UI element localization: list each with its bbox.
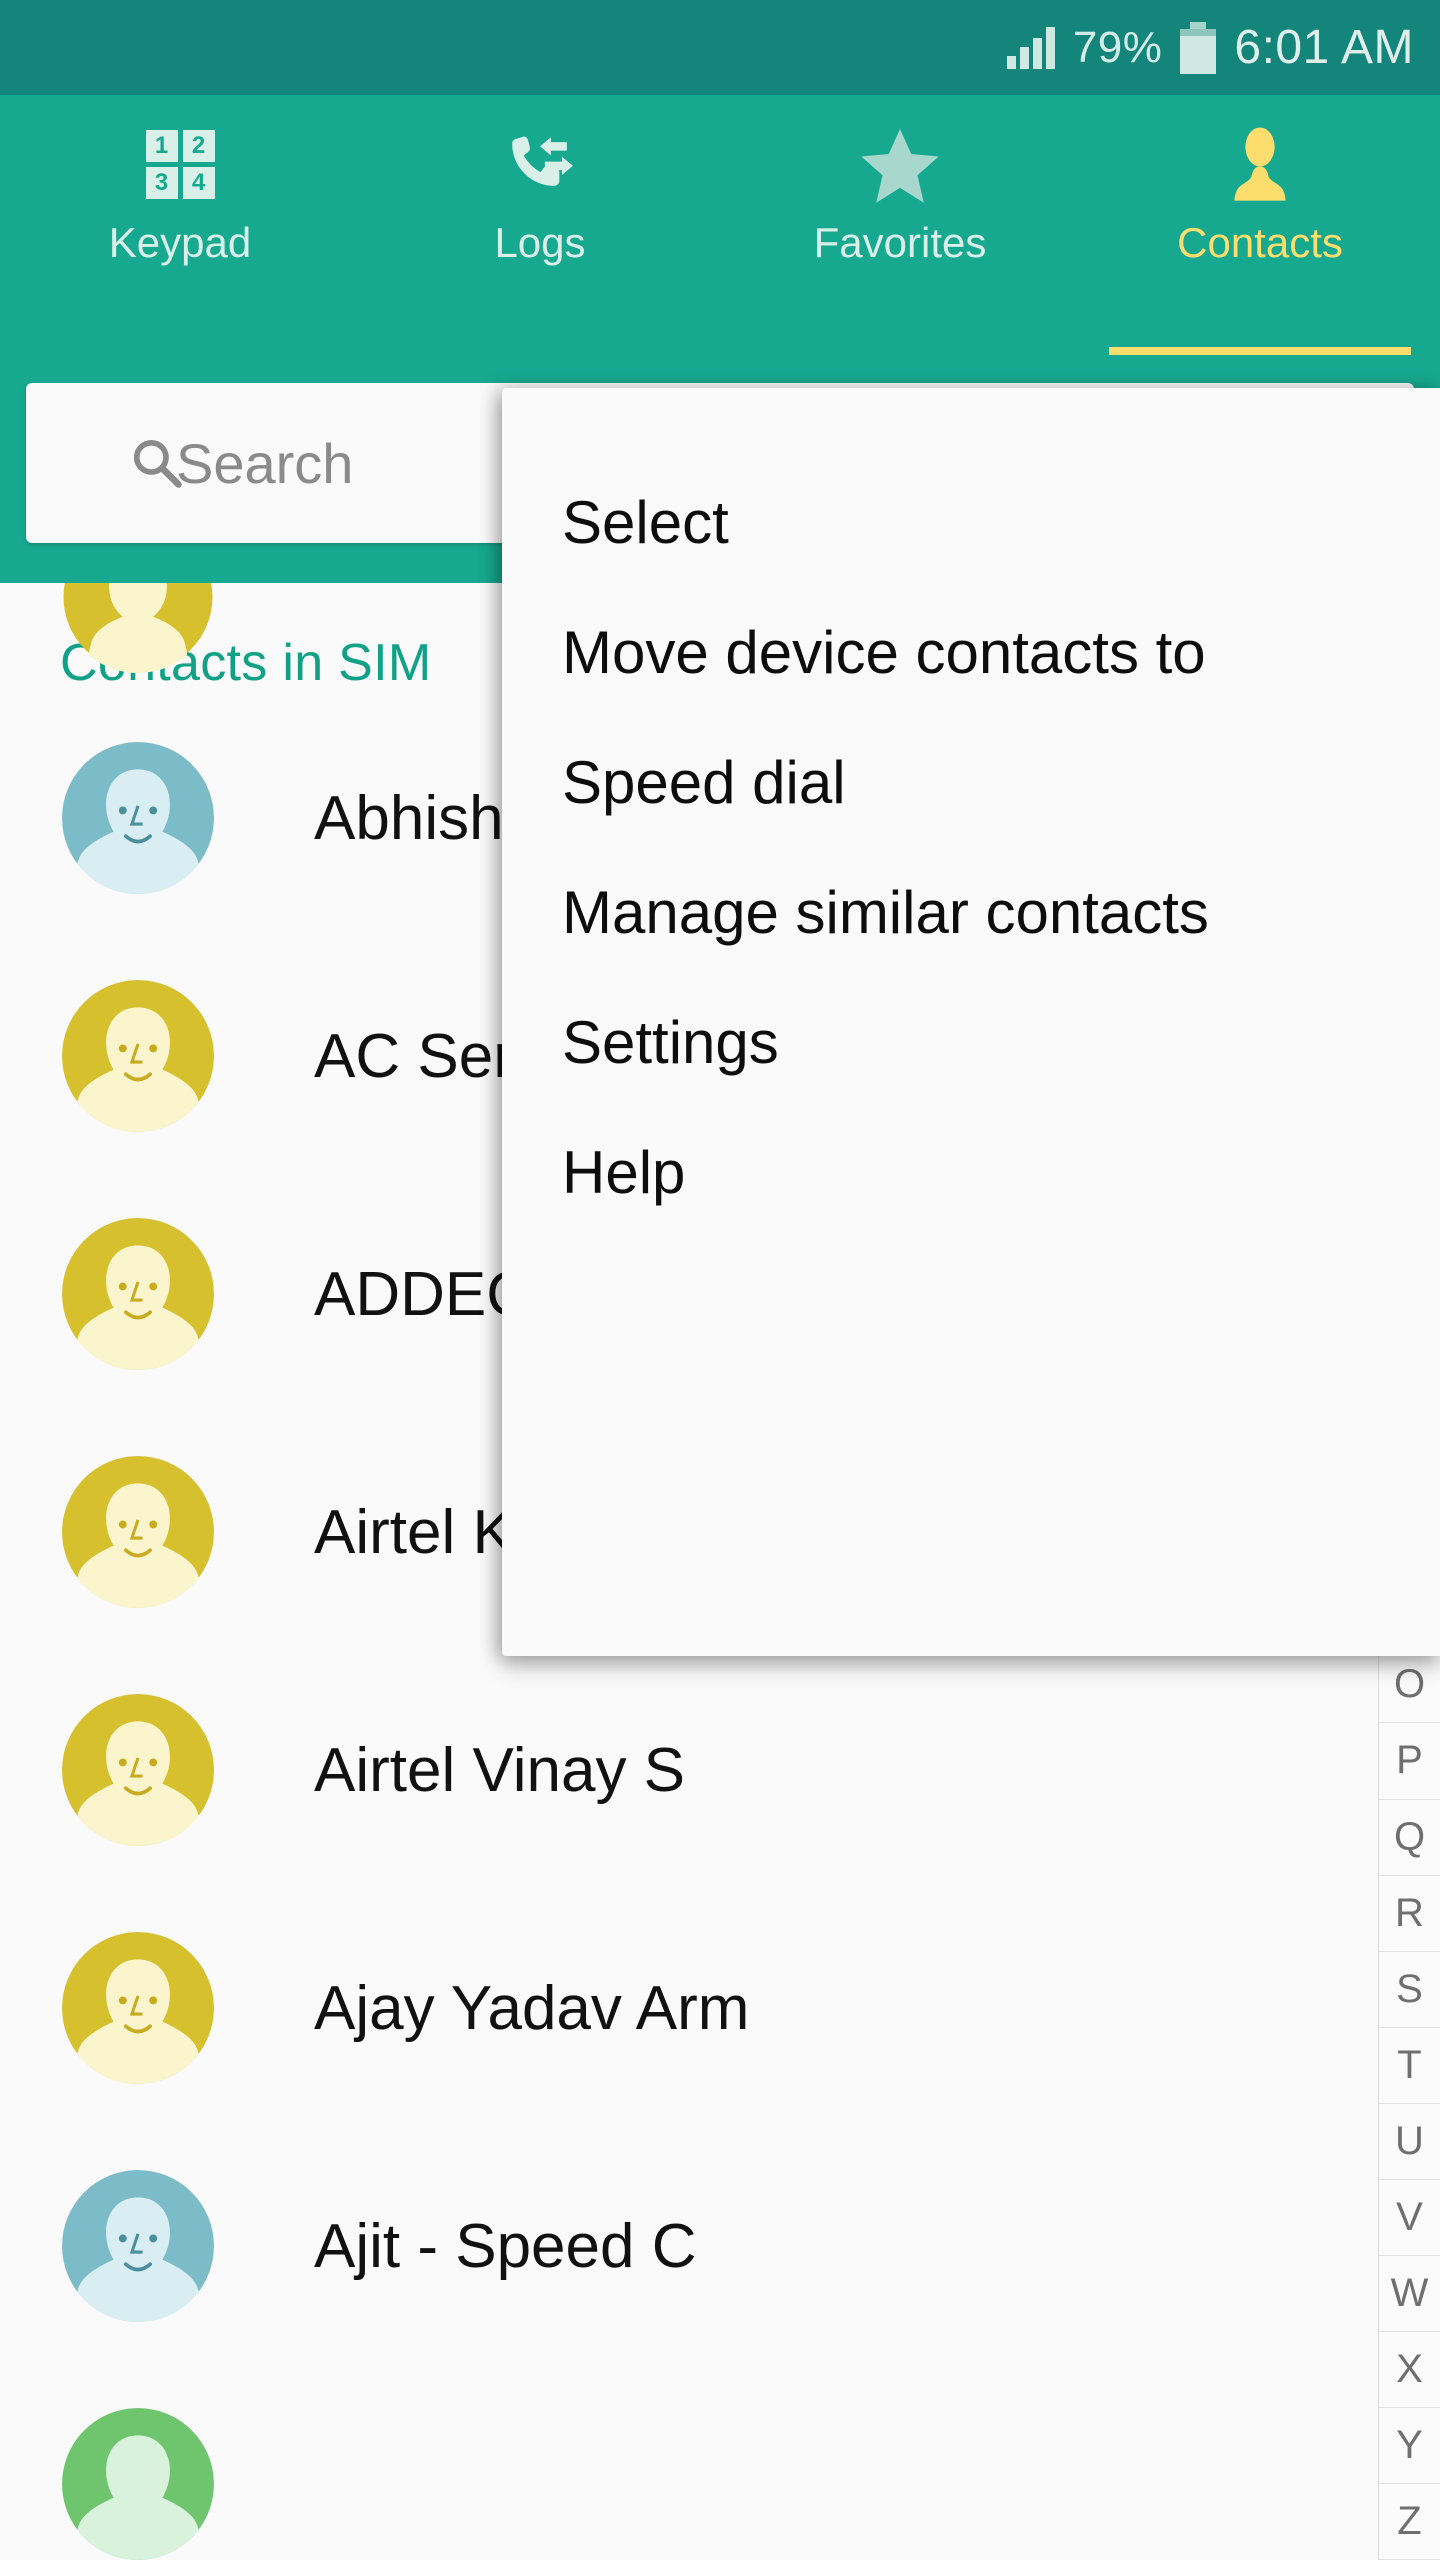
list-item[interactable]: Ajay Yadav Arm — [0, 1889, 1440, 2127]
index-letter-w[interactable]: W — [1379, 2256, 1440, 2332]
menu-item-settings[interactable]: Settings — [562, 1008, 779, 1077]
overflow-menu: Select Move device contacts to Speed dia… — [502, 388, 1440, 1656]
index-letter-x[interactable]: X — [1379, 2332, 1440, 2408]
tab-contacts-underline — [1108, 347, 1412, 355]
avatar — [62, 1694, 214, 1846]
search-icon — [133, 439, 182, 488]
keypad-key-1: 1 — [145, 129, 178, 162]
index-letter-z[interactable]: Z — [1379, 2484, 1440, 2560]
index-letter-s[interactable]: S — [1379, 1952, 1440, 2028]
index-letter-p[interactable]: P — [1379, 1723, 1440, 1800]
tab-logs[interactable]: Logs — [360, 95, 720, 355]
list-item[interactable] — [0, 2365, 1440, 2560]
menu-item-manage-similar-contacts[interactable]: Manage similar contacts — [562, 878, 1209, 947]
keypad-key-4: 4 — [182, 166, 215, 199]
keypad-icon: 1 2 3 4 — [145, 123, 215, 205]
index-letter-u[interactable]: U — [1379, 2104, 1440, 2180]
star-icon — [860, 123, 940, 205]
list-item[interactable]: Airtel Vinay S — [0, 1651, 1440, 1889]
menu-item-move-device-contacts-to[interactable]: Move device contacts to — [562, 618, 1206, 687]
tab-favorites-label: Favorites — [813, 219, 987, 266]
call-logs-icon — [501, 123, 579, 205]
index-letter-o[interactable]: O — [1379, 1647, 1440, 1724]
keypad-key-2: 2 — [182, 129, 215, 162]
contact-name: Abhish — [314, 783, 504, 853]
index-letter-v[interactable]: V — [1379, 2180, 1440, 2256]
contact-name: AC Ser — [314, 1021, 514, 1091]
menu-item-speed-dial[interactable]: Speed dial — [562, 748, 846, 817]
status-bar: 79% 6:01 AM — [0, 0, 1440, 95]
search-placeholder-label: Search — [176, 431, 354, 495]
tab-keypad[interactable]: 1 2 3 4 Keypad — [0, 95, 360, 355]
tab-contacts[interactable]: Contacts — [1080, 95, 1440, 355]
contact-name: Ajit - Speed C — [314, 2211, 697, 2281]
avatar — [62, 742, 214, 894]
menu-item-help[interactable]: Help — [562, 1138, 685, 1207]
status-bar-clock: 6:01 AM — [1234, 21, 1414, 74]
battery-percent-label: 79% — [1072, 22, 1163, 72]
avatar — [62, 2170, 214, 2322]
index-letter-r[interactable]: R — [1379, 1876, 1440, 1952]
index-letter-y[interactable]: Y — [1379, 2408, 1440, 2484]
avatar — [62, 980, 214, 1132]
contact-name: Airtel Vinay S — [314, 1735, 686, 1805]
person-icon — [1221, 123, 1299, 205]
avatar — [62, 2408, 214, 2560]
contact-name: ADDEC — [314, 1259, 532, 1329]
index-letter-q[interactable]: Q — [1379, 1800, 1440, 1876]
index-letter-t[interactable]: T — [1379, 2028, 1440, 2104]
tab-logs-label: Logs — [494, 219, 586, 266]
menu-item-select[interactable]: Select — [562, 488, 729, 557]
avatar — [62, 1218, 214, 1370]
tab-contacts-label: Contacts — [1177, 219, 1343, 266]
battery-icon — [1180, 21, 1217, 74]
tab-keypad-label: Keypad — [108, 219, 252, 266]
avatar — [62, 1932, 214, 2084]
tab-favorites[interactable]: Favorites — [720, 95, 1080, 355]
tab-bar: 1 2 3 4 Keypad Logs Favorites Contacts — [0, 95, 1440, 355]
list-item[interactable]: Ajit - Speed C — [0, 2127, 1440, 2365]
signal-bars-icon — [1006, 26, 1055, 69]
avatar — [62, 1456, 214, 1608]
keypad-key-3: 3 — [145, 166, 178, 199]
contact-name: Ajay Yadav Arm — [314, 1973, 750, 2043]
